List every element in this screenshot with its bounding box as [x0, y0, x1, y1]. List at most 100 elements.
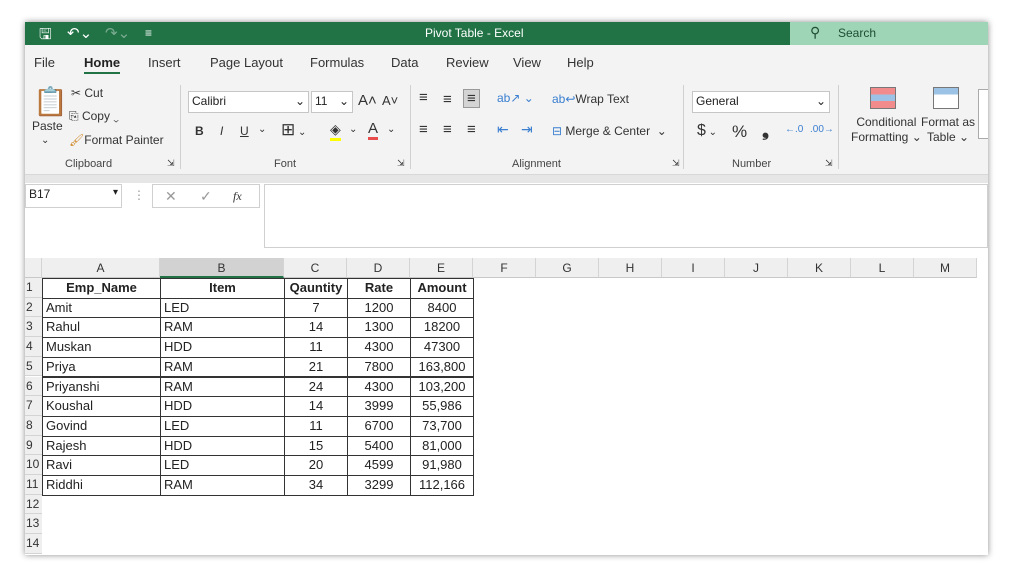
- table-cell[interactable]: Priyanshi: [42, 376, 161, 398]
- table-cell[interactable]: Riddhi: [42, 475, 161, 496]
- select-all-button[interactable]: [25, 258, 42, 278]
- italic-button[interactable]: I: [220, 124, 223, 138]
- bold-button[interactable]: B: [195, 124, 204, 138]
- header-cell[interactable]: Item: [160, 278, 285, 299]
- column-header-B[interactable]: B: [160, 258, 284, 278]
- column-header-D[interactable]: D: [347, 258, 410, 278]
- table-cell[interactable]: 6700: [347, 415, 411, 437]
- header-cell[interactable]: Rate: [347, 278, 411, 299]
- column-header-H[interactable]: H: [599, 258, 662, 278]
- tab-page-layout[interactable]: Page Layout: [210, 55, 283, 70]
- align-center-icon[interactable]: ≡: [443, 121, 452, 138]
- orientation-icon[interactable]: ab↗ ⌄: [497, 91, 534, 105]
- table-cell[interactable]: 47300: [410, 337, 474, 358]
- table-cell[interactable]: 1200: [347, 297, 411, 319]
- decrease-indent-icon[interactable]: ⇤: [497, 121, 509, 138]
- table-cell[interactable]: RAM: [160, 356, 285, 378]
- column-header-E[interactable]: E: [410, 258, 473, 278]
- table-cell[interactable]: 73,700: [410, 415, 474, 437]
- table-cell[interactable]: Priya: [42, 356, 161, 378]
- increase-indent-icon[interactable]: ⇥: [521, 121, 533, 138]
- table-cell[interactable]: RAM: [160, 475, 285, 496]
- table-cell[interactable]: LED: [160, 455, 285, 476]
- font-color-dropdown-icon[interactable]: ⌄: [387, 124, 395, 135]
- table-cell[interactable]: HDD: [160, 337, 285, 358]
- number-launcher-icon[interactable]: ⇲: [825, 158, 833, 169]
- paste-button[interactable]: Paste: [32, 119, 63, 133]
- row-header-4[interactable]: 4: [25, 337, 42, 357]
- table-cell[interactable]: Govind: [42, 415, 161, 437]
- column-header-A[interactable]: A: [42, 258, 160, 278]
- enter-icon[interactable]: ✓: [200, 188, 212, 205]
- merge-center-button[interactable]: ⊟ Merge & Center ⌄: [552, 124, 667, 138]
- row-header-12[interactable]: 12: [25, 494, 42, 515]
- format-as-table-button[interactable]: Format as Table ⌄: [921, 115, 975, 145]
- column-header-C[interactable]: C: [284, 258, 347, 278]
- table-cell[interactable]: 3999: [347, 396, 411, 417]
- cancel-icon[interactable]: ✕: [165, 188, 177, 205]
- search-box[interactable]: ⚲ Search: [790, 22, 988, 45]
- row-header-9[interactable]: 9: [25, 435, 42, 456]
- table-cell[interactable]: HDD: [160, 435, 285, 457]
- table-cell[interactable]: 15: [284, 435, 348, 457]
- table-cell[interactable]: Rahul: [42, 317, 161, 339]
- number-format-select[interactable]: General ⌄: [692, 91, 830, 113]
- table-cell[interactable]: 91,980: [410, 455, 474, 476]
- top-align-icon[interactable]: ≡: [419, 89, 428, 106]
- wrap-text-button[interactable]: ab↩Wrap Text: [552, 92, 629, 106]
- bottom-align-icon[interactable]: ≡: [463, 89, 480, 108]
- table-cell[interactable]: HDD: [160, 396, 285, 417]
- row-header-3[interactable]: 3: [25, 317, 42, 338]
- decrease-decimal-icon[interactable]: .00→: [810, 124, 834, 135]
- table-cell[interactable]: LED: [160, 415, 285, 437]
- name-box[interactable]: B17 ▾: [25, 184, 122, 208]
- table-cell[interactable]: 3299: [347, 475, 411, 496]
- fill-color-dropdown-icon[interactable]: ⌄: [349, 124, 357, 135]
- row-header-5[interactable]: 5: [25, 356, 42, 377]
- paste-icon[interactable]: 📋: [33, 85, 68, 118]
- table-cell[interactable]: Muskan: [42, 337, 161, 358]
- column-header-F[interactable]: F: [473, 258, 536, 278]
- table-cell[interactable]: 7: [284, 297, 348, 319]
- font-name-select[interactable]: Calibri ⌄: [188, 91, 309, 113]
- clipboard-launcher-icon[interactable]: ⇲: [167, 158, 175, 169]
- row-header-6[interactable]: 6: [25, 376, 42, 397]
- conditional-formatting-button[interactable]: Conditional Formatting ⌄: [851, 115, 922, 145]
- table-cell[interactable]: 4300: [347, 337, 411, 358]
- currency-button[interactable]: $ ⌄: [697, 122, 717, 140]
- row-header-13[interactable]: 13: [25, 514, 42, 535]
- table-cell[interactable]: 11: [284, 415, 348, 437]
- table-cell[interactable]: 163,800: [410, 356, 474, 378]
- tab-view[interactable]: View: [513, 55, 541, 70]
- column-header-I[interactable]: I: [662, 258, 725, 278]
- font-launcher-icon[interactable]: ⇲: [397, 158, 405, 169]
- column-header-M[interactable]: M: [914, 258, 977, 278]
- underline-button[interactable]: U: [240, 124, 249, 138]
- table-cell[interactable]: 4300: [347, 376, 411, 398]
- cell-styles-gallery[interactable]: [978, 89, 988, 139]
- alignment-launcher-icon[interactable]: ⇲: [672, 158, 680, 169]
- tab-formulas[interactable]: Formulas: [310, 55, 364, 70]
- cut-button[interactable]: ✂ Cut: [71, 86, 103, 100]
- fill-color-icon[interactable]: ◈: [330, 121, 341, 141]
- font-color-icon[interactable]: A: [368, 120, 379, 140]
- align-left-icon[interactable]: ≡: [419, 121, 428, 138]
- row-header-14[interactable]: 14: [25, 534, 42, 554]
- percent-button[interactable]: %: [732, 122, 747, 142]
- header-cell[interactable]: Emp_Name: [42, 278, 161, 299]
- increase-font-size-icon[interactable]: A˄: [358, 92, 377, 109]
- table-cell[interactable]: 21: [284, 356, 348, 378]
- row-header-11[interactable]: 11: [25, 475, 42, 495]
- copy-button[interactable]: ⎘ Copy ⌄: [69, 109, 119, 124]
- table-cell[interactable]: 11: [284, 337, 348, 358]
- table-cell[interactable]: LED: [160, 297, 285, 319]
- table-cell[interactable]: 4599: [347, 455, 411, 476]
- table-cell[interactable]: Ravi: [42, 455, 161, 476]
- header-cell[interactable]: Qauntity: [284, 278, 348, 299]
- tab-insert[interactable]: Insert: [148, 55, 181, 70]
- table-cell[interactable]: Koushal: [42, 396, 161, 417]
- header-cell[interactable]: Amount: [410, 278, 474, 299]
- table-cell[interactable]: 24: [284, 376, 348, 398]
- table-cell[interactable]: 8400: [410, 297, 474, 319]
- table-cell[interactable]: 14: [284, 317, 348, 339]
